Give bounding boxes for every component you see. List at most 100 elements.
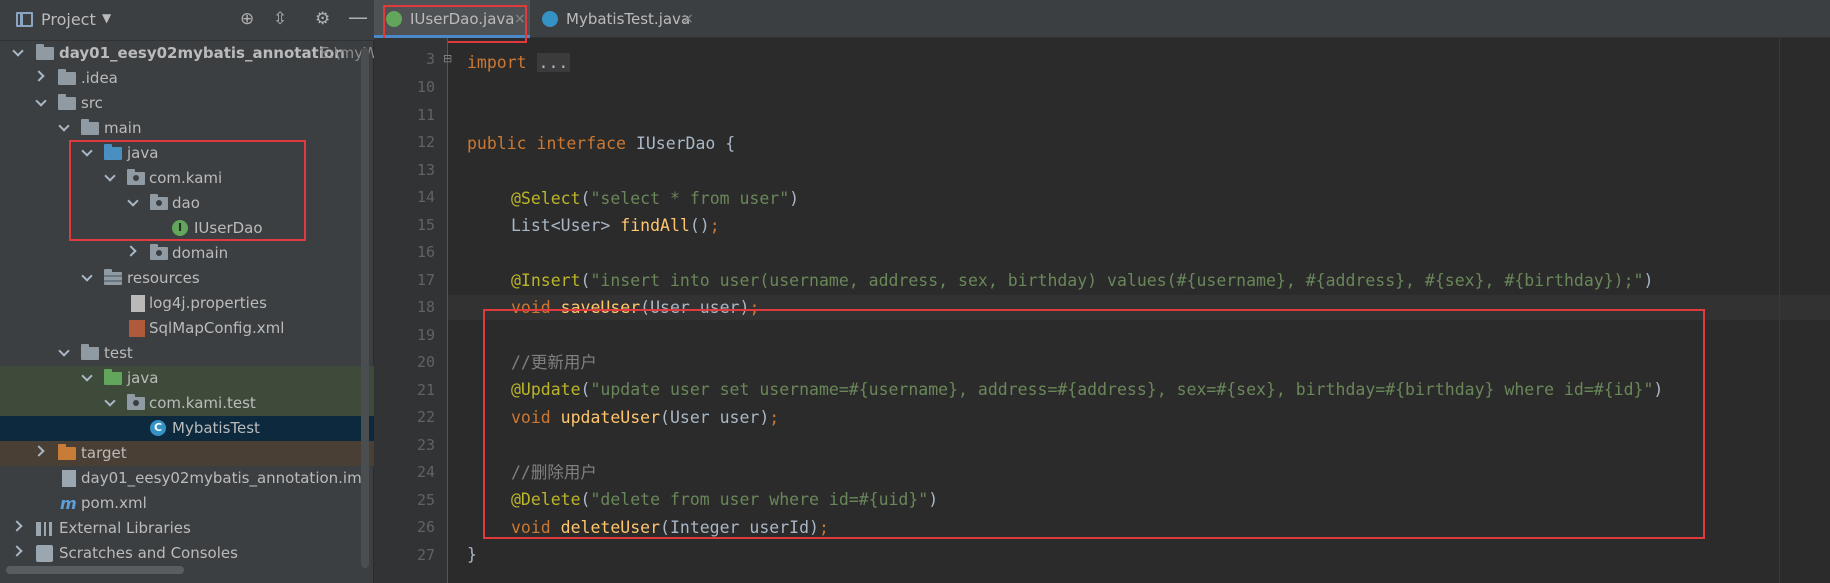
tree-item-label: day01_eesy02mybatis_annotation xyxy=(59,44,345,62)
chevron-down-icon[interactable] xyxy=(35,95,47,107)
line-number: 25 xyxy=(416,491,435,509)
tree-item-pom[interactable]: m pom.xml xyxy=(0,491,374,516)
chevron-down-icon[interactable] xyxy=(12,45,24,57)
code-token: @Select xyxy=(511,189,581,208)
test-source-folder-icon xyxy=(104,369,122,385)
chevron-right-icon[interactable] xyxy=(125,245,137,257)
code-token: IUserDao { xyxy=(635,134,736,153)
line-number-gutter[interactable]: 3 10 11 12 13 14 15 16 17 18 19 20 21 22… xyxy=(374,38,448,583)
tree-item-label: target xyxy=(81,444,127,462)
tree-item-label: .idea xyxy=(81,69,118,87)
project-view-selector[interactable]: Project xyxy=(41,10,96,29)
chevron-right-icon[interactable] xyxy=(33,70,45,82)
code-token: () xyxy=(689,216,710,235)
tree-item-domain[interactable]: domain xyxy=(0,241,374,266)
line-number: 27 xyxy=(416,546,435,564)
tree-item-com-kami-test[interactable]: com.kami.test xyxy=(0,391,374,416)
scratches-icon xyxy=(36,545,53,562)
tree-item-sqlmapconfig[interactable]: SqlMapConfig.xml xyxy=(0,316,374,341)
folder-icon xyxy=(81,344,99,360)
right-margin-guide xyxy=(1779,38,1780,583)
chevron-right-icon[interactable] xyxy=(11,520,23,532)
code-token: } xyxy=(467,545,477,564)
tree-item-label: day01_eesy02mybatis_annotation.iml xyxy=(81,469,366,487)
chevron-right-icon[interactable] xyxy=(33,445,45,457)
chevron-down-icon[interactable] xyxy=(104,395,116,407)
tree-item-main[interactable]: main xyxy=(0,116,374,141)
class-icon: C xyxy=(150,420,166,436)
tree-item-path: E:\myW xyxy=(320,44,378,62)
gear-icon[interactable]: ⚙ xyxy=(315,9,330,29)
line-number: 11 xyxy=(416,106,435,124)
properties-file-icon xyxy=(131,295,145,312)
package-icon xyxy=(127,394,145,410)
horizontal-scrollbar[interactable] xyxy=(6,566,184,574)
tree-item-test[interactable]: test xyxy=(0,341,374,366)
tab-mybatistest-java[interactable]: MybatisTest.java × xyxy=(530,0,700,38)
tree-item-test-java[interactable]: java xyxy=(0,366,374,391)
line-number: 19 xyxy=(416,326,435,344)
tab-label: MybatisTest.java xyxy=(566,10,691,28)
line-number: 3 xyxy=(425,50,435,68)
ide-window: Project ▼ ⊕ ⇳ ⚙ — day01_eesy02mybatis_an… xyxy=(0,0,1830,583)
collapse-all-icon[interactable]: ⇳ xyxy=(273,9,287,29)
maven-icon: m xyxy=(60,494,77,513)
package-icon xyxy=(150,244,168,260)
line-number: 14 xyxy=(416,188,435,206)
tree-item-label: pom.xml xyxy=(81,494,147,512)
chevron-down-icon[interactable] xyxy=(58,345,70,357)
locate-icon[interactable]: ⊕ xyxy=(240,9,254,29)
hide-panel-icon[interactable]: — xyxy=(348,5,368,29)
code-line-14: List<User> findAll(); xyxy=(511,213,720,238)
chevron-right-icon[interactable] xyxy=(11,545,23,557)
module-folder-icon xyxy=(36,44,54,60)
tree-item-mybatistest[interactable]: C MybatisTest xyxy=(0,416,374,441)
tree-item-external-libraries[interactable]: External Libraries xyxy=(0,516,374,541)
tree-item-scratches[interactable]: Scratches and Consoles xyxy=(0,541,374,566)
class-icon xyxy=(542,11,558,27)
code-line-16: @Insert("insert into user(username, addr… xyxy=(511,268,1653,293)
line-number: 15 xyxy=(416,216,435,234)
code-token: ) xyxy=(1643,271,1654,290)
code-token: "insert into user(username, address, sex… xyxy=(590,271,1644,290)
close-icon[interactable]: × xyxy=(682,0,694,38)
line-number: 20 xyxy=(416,353,435,371)
tree-item-src[interactable]: src xyxy=(0,91,374,116)
tree-item-resources[interactable]: resources xyxy=(0,266,374,291)
tree-item-label: src xyxy=(81,94,103,112)
vertical-scrollbar[interactable] xyxy=(361,48,369,568)
chevron-down-icon[interactable] xyxy=(81,370,93,382)
line-number: 10 xyxy=(416,78,435,96)
tree-item-label: SqlMapConfig.xml xyxy=(149,319,285,337)
resources-folder-icon xyxy=(104,269,122,285)
line-number: 12 xyxy=(416,133,435,151)
tree-item-label: test xyxy=(104,344,133,362)
tree-item-iml[interactable]: day01_eesy02mybatis_annotation.iml xyxy=(0,466,374,491)
project-tree: day01_eesy02mybatis_annotation E:\myW .i… xyxy=(0,41,378,566)
tree-item-label: java xyxy=(127,369,159,387)
tree-item-label: MybatisTest xyxy=(172,419,260,437)
code-token: @Insert xyxy=(511,271,581,290)
line-number: 18 xyxy=(416,298,435,316)
tree-item-target[interactable]: target xyxy=(0,441,374,466)
tree-item-idea[interactable]: .idea xyxy=(0,66,374,91)
code-line-3: import ... xyxy=(467,50,571,75)
libraries-icon xyxy=(36,522,52,536)
tree-item-label: log4j.properties xyxy=(149,294,267,312)
tree-item-label: External Libraries xyxy=(59,519,191,537)
chevron-down-icon[interactable]: ▼ xyxy=(102,11,111,25)
chevron-down-icon[interactable] xyxy=(58,120,70,132)
folded-imports[interactable]: ... xyxy=(536,53,571,72)
code-token: import xyxy=(467,53,527,72)
project-tool-window: Project ▼ ⊕ ⇳ ⚙ — day01_eesy02mybatis_an… xyxy=(0,0,378,583)
tree-item-project-root[interactable]: day01_eesy02mybatis_annotation E:\myW xyxy=(0,41,378,66)
folder-icon xyxy=(81,119,99,135)
project-icon xyxy=(16,12,33,27)
code-token: ; xyxy=(709,216,720,235)
line-number: 13 xyxy=(416,161,435,179)
tree-item-log4j[interactable]: log4j.properties xyxy=(0,291,374,316)
iml-file-icon xyxy=(62,470,76,487)
chevron-down-icon[interactable] xyxy=(81,270,93,282)
tree-item-label: Scratches and Consoles xyxy=(59,544,238,562)
highlight-box-dao-package xyxy=(69,140,306,241)
